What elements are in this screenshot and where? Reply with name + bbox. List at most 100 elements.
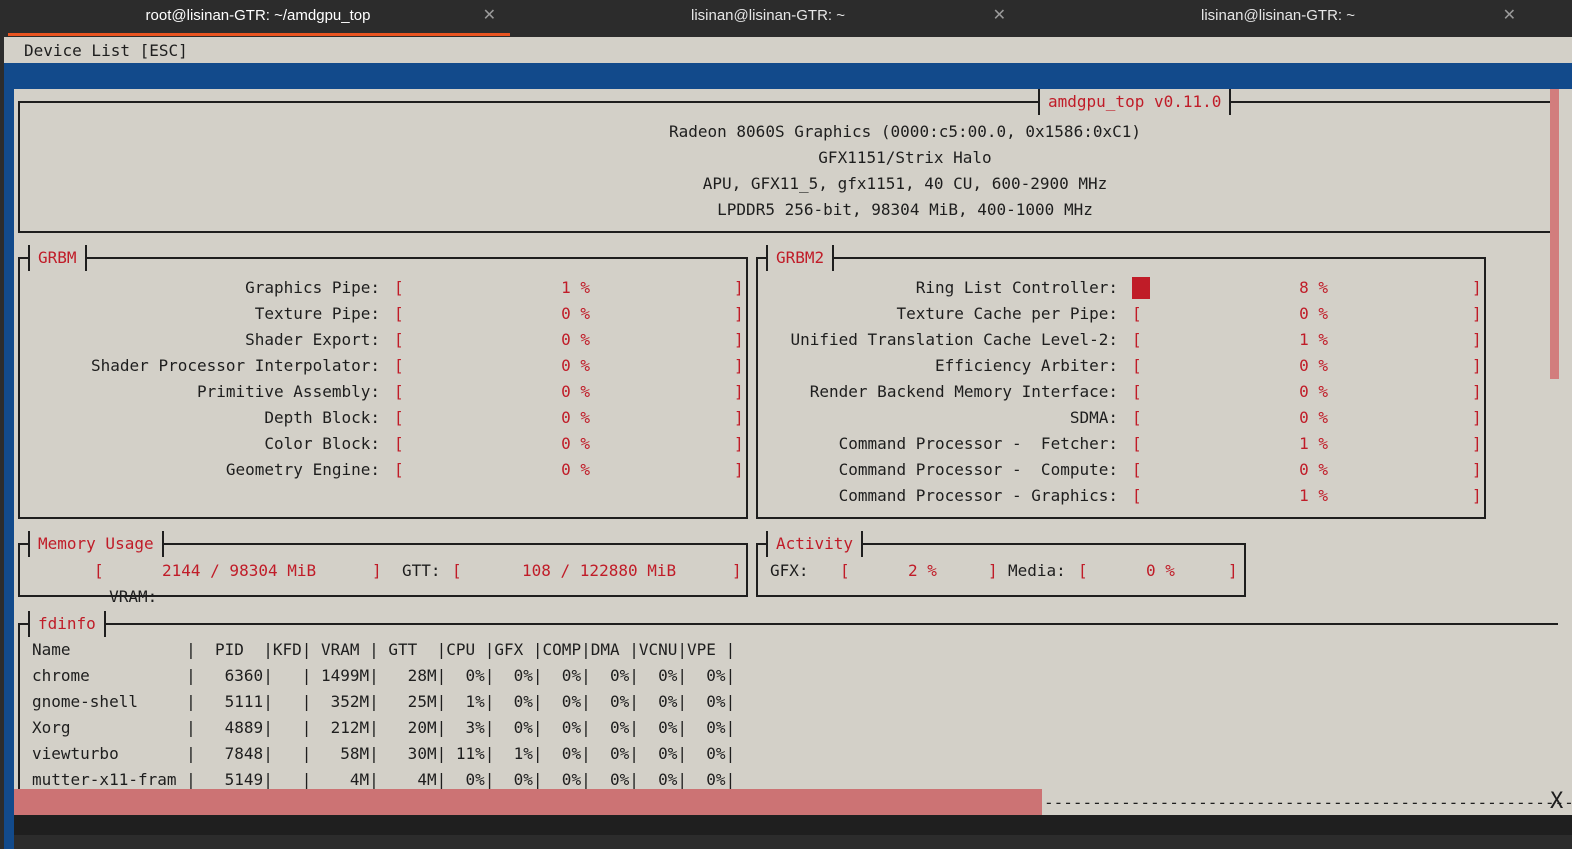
grbm2-box: GRBM2 Ring List Controller: [8 %] Texture …: [756, 245, 1486, 519]
grbm-box: GRBM Graphics Pipe: [1 %] Texture Pipe: [0 …: [18, 245, 748, 519]
gfx-activity-value: 2 %: [908, 561, 937, 580]
grbm-bar-close: ]: [734, 382, 744, 401]
close-icon[interactable]: ✕: [1503, 5, 1516, 24]
tab-terminal-2[interactable]: lisinan@lisinan-GTR: ~ ✕: [514, 0, 1022, 36]
gtt-label: GTT:: [402, 561, 441, 580]
grbm2-bar-open: [: [1132, 277, 1150, 299]
grbm-bar-open: [: [394, 278, 404, 297]
grbm2-value: 1 %: [1299, 434, 1328, 453]
grbm-bar-open: [: [394, 304, 404, 323]
bottom-bar: [14, 815, 1572, 835]
grbm2-value: 1 %: [1299, 330, 1328, 349]
grbm2-value: 0 %: [1299, 356, 1328, 375]
table-row[interactable]: gnome-shell | 5111| | 352M| 25M| 1%| 0%|…: [32, 689, 735, 715]
grbm2-bar-close: ]: [1472, 356, 1482, 375]
app-title: amdgpu_top v0.11.0: [1038, 89, 1232, 115]
grbm-bar-open: [: [394, 460, 404, 479]
table-row[interactable]: chrome | 6360| | 1499M| 28M| 0%| 0%| 0%|…: [32, 663, 735, 689]
gpu-specs: APU, GFX11_5, gfx1151, 40 CU, 600-2900 M…: [702, 174, 1108, 193]
amdgpu-top-panel: amdgpu_top v0.11.0 Radeon 8060S Graphics…: [14, 89, 1562, 803]
close-icon[interactable]: ✕: [483, 5, 496, 24]
grbm2-value: 0 %: [1299, 460, 1328, 479]
grbm-label: Geometry Engine:: [225, 460, 380, 479]
grbm2-value: 0 %: [1299, 408, 1328, 427]
grbm2-bar-open: [: [1132, 304, 1142, 323]
tab-bar: root@lisinan-GTR: ~/amdgpu_top ✕ lisinan…: [0, 0, 1572, 36]
fdinfo-box: fdinfo Name | PID |KFD| VRAM | GTT |CPU …: [18, 611, 1558, 803]
terminal-window[interactable]: Device List [ESC] amdgpu_top v0.11.0 Rad…: [4, 37, 1572, 849]
grbm-bar-close: ]: [734, 356, 744, 375]
grbm2-label: Command Processor - Graphics:: [838, 486, 1118, 505]
grbm2-bar-close: ]: [1472, 330, 1482, 349]
grbm2-value: 8 %: [1299, 278, 1328, 297]
media-label: Media:: [1008, 561, 1066, 580]
grbm-bar-open: [: [394, 434, 404, 453]
grbm-value: 0 %: [561, 382, 590, 401]
grbm-label: Depth Block:: [264, 408, 380, 427]
tab-amdgpu-top[interactable]: root@lisinan-GTR: ~/amdgpu_top ✕: [4, 0, 512, 36]
vram-value: 2144 / 98304 MiB: [162, 561, 317, 580]
grbm2-bar-open: [: [1132, 408, 1142, 427]
progress-track: ----------------------------------------…: [1044, 793, 1572, 812]
vram-label: VRAM:: [109, 587, 158, 606]
statusbar-tail: X: [1550, 789, 1564, 814]
grbm2-value: 1 %: [1299, 486, 1328, 505]
tab-title: lisinan@lisinan-GTR: ~: [690, 7, 846, 24]
close-icon[interactable]: ✕: [993, 5, 1006, 24]
grbm2-bar-close: ]: [1472, 382, 1482, 401]
grbm-title: GRBM: [28, 245, 87, 271]
grbm-label: Graphics Pipe:: [245, 278, 380, 297]
tab-title: root@lisinan-GTR: ~/amdgpu_top: [145, 7, 371, 24]
grbm-value: 0 %: [561, 330, 590, 349]
grbm2-label: Render Backend Memory Interface:: [809, 382, 1118, 401]
grbm-bar-open: [: [394, 356, 404, 375]
gtt-value: 108 / 122880 MiB: [522, 561, 677, 580]
grbm2-label: Texture Cache per Pipe:: [896, 304, 1118, 323]
gfx-label: GFX:: [770, 561, 809, 580]
tab-title: lisinan@lisinan-GTR: ~: [1200, 7, 1356, 24]
grbm2-label: SDMA:: [1069, 408, 1118, 427]
left-border: [4, 89, 14, 849]
grbm2-title: GRBM2: [766, 245, 835, 271]
table-row[interactable]: Xorg | 4889| | 212M| 20M| 3%| 0%| 0%| 0%…: [32, 715, 735, 741]
tab-terminal-3[interactable]: lisinan@lisinan-GTR: ~ ✕: [1024, 0, 1532, 36]
grbm2-label: Efficiency Arbiter:: [934, 356, 1118, 375]
grbm2-bar-close: ]: [1472, 278, 1482, 297]
grbm2-bar-open: [: [1132, 330, 1142, 349]
grbm-value: 0 %: [561, 356, 590, 375]
grbm-label: Shader Export:: [245, 330, 380, 349]
grbm-bar-close: ]: [734, 278, 744, 297]
gpu-arch: GFX1151/Strix Halo: [818, 148, 992, 167]
table-row[interactable]: viewturbo | 7848| | 58M| 30M| 11%| 1%| 0…: [32, 741, 735, 767]
grbm2-value: 0 %: [1299, 304, 1328, 323]
grbm2-bar-open: [: [1132, 356, 1142, 375]
grbm2-label: Unified Translation Cache Level-2:: [790, 330, 1118, 349]
grbm2-bar-open: [: [1132, 434, 1142, 453]
grbm-value: 0 %: [561, 460, 590, 479]
progress-bar: [14, 789, 1042, 815]
fdinfo-title: fdinfo: [28, 611, 106, 637]
grbm-value: 1 %: [561, 278, 590, 297]
grbm2-bar-close: ]: [1472, 304, 1482, 323]
grbm2-bar-close: ]: [1472, 460, 1482, 479]
device-list-menu[interactable]: Device List [ESC]: [24, 41, 188, 60]
grbm-label: Color Block:: [264, 434, 380, 453]
activity-title: Activity: [766, 531, 864, 557]
grbm-bar-close: ]: [734, 304, 744, 323]
grbm-bar-close: ]: [734, 408, 744, 427]
menu-bar: Device List [ESC]: [4, 37, 1572, 63]
memory-usage-box: Memory Usage VRAM: [ 2144 / 98304 MiB ] …: [18, 531, 748, 606]
grbm-value: 0 %: [561, 304, 590, 323]
grbm-value: 0 %: [561, 434, 590, 453]
grbm2-label: Command Processor - Fetcher:: [838, 434, 1118, 453]
grbm2-bar-close: ]: [1472, 486, 1482, 505]
grbm2-label: Command Processor - Compute:: [838, 460, 1118, 479]
scrollbar-thumb[interactable]: [1550, 89, 1559, 379]
activity-box: Activity GFX: [ 2 % ] Media: [ 0 % ]: [756, 531, 1246, 597]
memory-specs: LPDDR5 256-bit, 98304 MiB, 400-1000 MHz: [717, 200, 1093, 219]
grbm-bar-close: ]: [734, 460, 744, 479]
grbm2-bar-open: [: [1132, 382, 1142, 401]
gpu-name: Radeon 8060S Graphics (0000:c5:00.0, 0x1…: [668, 122, 1141, 141]
fdinfo-header: Name | PID |KFD| VRAM | GTT |CPU |GFX |C…: [32, 640, 736, 659]
grbm-bar-open: [: [394, 408, 404, 427]
